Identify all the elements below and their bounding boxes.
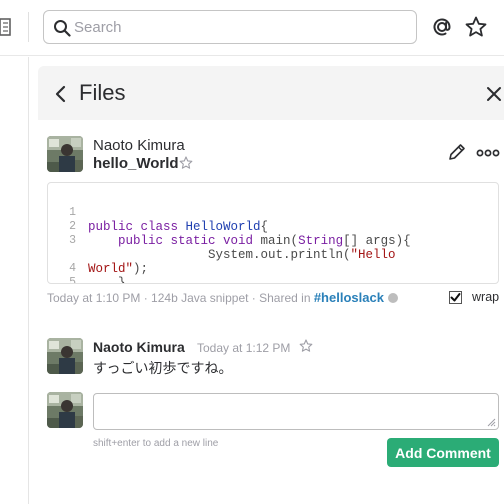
chevron-left-icon[interactable]: [54, 85, 68, 103]
info-icon[interactable]: [387, 293, 398, 303]
code-line: 2 public static void main(String[] args)…: [48, 206, 411, 248]
avatar-photo: [47, 392, 83, 428]
file-meta-text: Today at 1:10 PM · 124b Java snippet · S…: [47, 291, 314, 305]
search-input[interactable]: [74, 13, 404, 41]
code-text: }: [88, 276, 126, 284]
file-meta: Today at 1:10 PM · 124b Java snippet · S…: [47, 290, 398, 305]
avatar[interactable]: [47, 136, 83, 172]
panel-title: Files: [79, 80, 126, 105]
avatar[interactable]: [47, 338, 83, 374]
panel-header: Files: [38, 66, 504, 120]
left-separator: [28, 57, 29, 504]
files-panel: Files Naoto Kimura hello_World 1 public …: [38, 66, 504, 504]
document-icon[interactable]: [0, 18, 12, 36]
top-divider: [28, 12, 29, 42]
avatar-photo: [47, 338, 83, 374]
comment-author[interactable]: Naoto Kimura: [93, 339, 185, 355]
wrap-checkbox[interactable]: [449, 291, 462, 304]
avatar-photo: [47, 136, 83, 172]
code-text: System.out.println("Hello: [88, 248, 396, 262]
code-line: World");: [48, 234, 148, 276]
search-icon: [54, 20, 71, 37]
code-line: 3 System.out.println("Hello: [48, 220, 395, 262]
pencil-icon[interactable]: [447, 142, 467, 162]
at-icon[interactable]: [430, 15, 454, 39]
code-snippet[interactable]: 1 public class HelloWorld{ 2 public stat…: [47, 182, 499, 284]
search-box[interactable]: [43, 10, 417, 44]
close-icon[interactable]: [486, 86, 502, 102]
code-line: 5 }: [48, 262, 93, 283]
composer-hint: shift+enter to add a new line: [93, 438, 219, 449]
wrap-label[interactable]: wrap: [472, 290, 499, 304]
line-number: 5: [69, 276, 76, 284]
star-icon[interactable]: [299, 339, 313, 353]
file-owner[interactable]: Naoto Kimura: [93, 137, 185, 154]
comment-input[interactable]: [93, 393, 499, 430]
comment-text: すっごい初歩ですね。: [93, 361, 233, 377]
code-line: 1 public class HelloWorld{: [48, 192, 268, 234]
star-icon[interactable]: [179, 156, 193, 170]
avatar: [47, 392, 83, 428]
file-title[interactable]: hello_World: [93, 155, 179, 172]
code-text: public static void main(String[] args){: [118, 234, 411, 248]
more-icon[interactable]: [476, 148, 500, 158]
code-text: World");: [88, 262, 149, 276]
comment-timestamp[interactable]: Today at 1:12 PM: [197, 341, 290, 355]
add-comment-button[interactable]: Add Comment: [387, 438, 499, 467]
code-line: 4 }: [48, 248, 125, 283]
top-bar: [0, 0, 504, 56]
code-text: public class HelloWorld{: [88, 220, 269, 234]
star-icon[interactable]: [464, 15, 488, 39]
resize-handle-icon[interactable]: [487, 418, 496, 427]
checkmark-icon: [450, 293, 461, 302]
channel-link[interactable]: #helloslack: [314, 290, 384, 305]
